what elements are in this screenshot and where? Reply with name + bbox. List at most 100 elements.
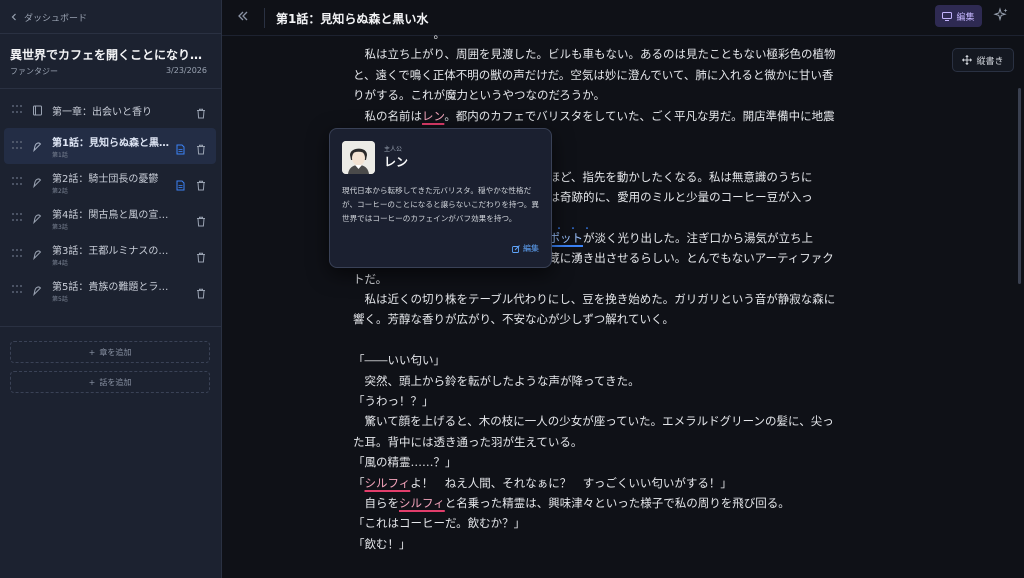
character-description: 現代日本から転移してきた元バリスタ。穏やかな性格だが、コーヒーのことになると譲ら… bbox=[342, 186, 539, 223]
chapter-title: 第2話：騎士団長の憂鬱 bbox=[52, 173, 159, 185]
add-chapter-label: 章を追加 bbox=[99, 347, 132, 357]
character-popover: 主人公 レン 現代日本から転移してきた元バリスタ。穏やかな性格だが、コーヒーのこ… bbox=[329, 128, 552, 268]
trash-icon[interactable] bbox=[196, 104, 206, 119]
chapter-subtitle: 第4話 bbox=[52, 259, 68, 267]
vertical-writing-button[interactable]: 縦書き bbox=[952, 48, 1014, 72]
text-line: 「――いい匂い」 bbox=[353, 353, 445, 368]
text-line: 私の名前はレン。都内のカフェでバリスタをしていた、ごく平凡な男だ。開店準備中に地… bbox=[353, 106, 883, 126]
chapter-item[interactable]: 第一章：出会いと香り bbox=[4, 92, 216, 128]
chevron-left-icon bbox=[11, 13, 16, 21]
chapter-title: 第4話：関古鳥と風の宣伝部長 bbox=[52, 209, 174, 221]
feather-icon bbox=[32, 140, 44, 152]
move-arrows-icon bbox=[962, 55, 973, 65]
back-to-dashboard-link[interactable]: ダッシュボード bbox=[10, 10, 87, 24]
drag-handle-icon[interactable] bbox=[12, 141, 22, 151]
sidebar: ダッシュボード 異世界でカフェを開くことになりま… ファンタジー 3/23/20… bbox=[0, 0, 222, 578]
drag-handle-icon[interactable] bbox=[12, 249, 22, 259]
divider bbox=[0, 33, 221, 34]
chapter-subtitle: 第3話 bbox=[52, 223, 68, 231]
text-line: 響く。芳醇な香りが広がり、不安な心が少しずつ解れていく。 bbox=[353, 312, 674, 327]
feather-icon bbox=[32, 176, 44, 188]
divider bbox=[0, 326, 221, 327]
monitor-icon bbox=[942, 11, 953, 21]
text-line: 私は立ち上がり、周囲を見渡した。ビルも車もない。あるのは見たこともない極彩色の植… bbox=[353, 47, 836, 62]
character-name: レン bbox=[384, 155, 409, 169]
chapter-subtitle: 第1話 bbox=[52, 151, 68, 159]
text-line: 「飲む！」 bbox=[353, 536, 411, 551]
chapter-title: 第1話：見知らぬ森と黒… bbox=[52, 137, 169, 149]
feather-icon bbox=[32, 248, 44, 260]
double-chevron-left-icon bbox=[238, 11, 248, 21]
text-segment: 自らを bbox=[353, 495, 399, 510]
text-line: 突然、頭上から鈴を転がしたような声が降ってきた。 bbox=[353, 373, 640, 388]
chapter-item[interactable]: 第5話：貴族の難題とラテア… 第5話 bbox=[4, 272, 216, 308]
chapter-item[interactable]: 第2話：騎士団長の憂鬱第2話 bbox=[4, 164, 216, 200]
avatar bbox=[342, 141, 375, 174]
text-segment: と名乗った精霊は、興味津々といった様子で私の周りを飛び回る。 bbox=[444, 495, 790, 510]
drag-handle-icon[interactable] bbox=[12, 285, 22, 295]
add-episode-label: 話を追加 bbox=[99, 377, 132, 387]
chapter-list: 第一章：出会いと香り 第1話：見知らぬ森と黒… 第1話 第2話：騎士団長の憂鬱 第2… bbox=[4, 92, 216, 308]
character-mark-sylphy[interactable]: シルフィ bbox=[399, 496, 445, 510]
character-mark-sylphy[interactable]: シルフィ bbox=[365, 476, 411, 490]
plus-icon: + bbox=[88, 377, 96, 387]
edit-mode-button[interactable]: 編集 bbox=[935, 5, 982, 27]
text-line: 驚いて顔を上げると、木の枝に一人の少女が座っていた。エメラルドグリーンの髪に、尖… bbox=[353, 414, 834, 429]
edit-icon bbox=[512, 244, 520, 253]
document-icon[interactable] bbox=[176, 140, 186, 155]
chapter-subtitle: 第5話 bbox=[52, 295, 68, 303]
chapter-subtitle: 第2話 bbox=[52, 187, 68, 195]
drag-handle-icon[interactable] bbox=[12, 105, 22, 115]
trash-icon[interactable] bbox=[196, 140, 206, 155]
trash-icon[interactable] bbox=[196, 284, 206, 299]
novel-title: 異世界でカフェを開くことになりま… bbox=[10, 48, 210, 62]
text-line: 自らをシルフィと名乗った精霊は、興味津々といった様子で私の周りを飛び回る。 bbox=[353, 493, 883, 513]
text-line: と、遠くで鳴く正体不明の獣の声だけだ。空気は妙に澄んでいて、肺に入れると微かに甘… bbox=[353, 67, 834, 82]
text-line: トだ。 bbox=[353, 271, 388, 286]
add-chapter-button[interactable]: + 章を追加 bbox=[10, 341, 210, 363]
text-line: 「うわっ！？」 bbox=[353, 394, 434, 409]
novel-date: 3/23/2026 bbox=[165, 66, 207, 75]
text-segment: 私の名前は bbox=[353, 108, 422, 123]
document-icon[interactable] bbox=[176, 176, 186, 191]
text-line: 私は近くの切り株をテーブル代わりにし、豆を挽き始めた。ガリガリという音が静寂な森… bbox=[353, 292, 836, 307]
text-line: りがする。これが魔力というやつなのだろうか。 bbox=[353, 88, 606, 103]
divider bbox=[264, 8, 265, 28]
character-mark-ren[interactable]: レン bbox=[422, 109, 444, 123]
book-icon bbox=[32, 104, 44, 116]
drag-handle-icon[interactable] bbox=[12, 213, 22, 223]
edit-character-button[interactable]: 編集 bbox=[512, 243, 539, 254]
scrollbar[interactable] bbox=[1018, 88, 1021, 284]
text-segment: 。都内のカフェでバリスタをしていた、ごく平凡な男だ。開店準備中に地震 bbox=[444, 108, 835, 123]
vertical-label: 縦書き bbox=[976, 56, 1004, 67]
text-segment: よ！ ねえ人間、それなぁに？ すっごくいい匂いがする！」 bbox=[410, 475, 732, 490]
divider bbox=[0, 88, 221, 89]
feather-icon bbox=[32, 212, 44, 224]
back-label: ダッシュボード bbox=[24, 13, 88, 24]
sparkle-icon bbox=[993, 7, 1008, 22]
text-line: 「シルフィよ！ ねえ人間、それなぁに？ すっごくいい匂いがする！」 bbox=[353, 473, 883, 493]
trash-icon[interactable] bbox=[196, 248, 206, 263]
character-role: 主人公 bbox=[384, 146, 403, 153]
add-episode-button[interactable]: + 話を追加 bbox=[10, 371, 210, 393]
text-line: 。 bbox=[353, 27, 445, 41]
chapter-title: 第5話：貴族の難題とラテア… bbox=[52, 281, 174, 293]
trash-icon[interactable] bbox=[196, 212, 206, 227]
plus-icon: + bbox=[88, 347, 96, 357]
chapter-item[interactable]: 第4話：関古鳥と風の宣伝部長第3話 bbox=[4, 200, 216, 236]
text-line: 「風の精霊……？」 bbox=[353, 455, 457, 470]
chapter-item-active[interactable]: 第1話：見知らぬ森と黒… 第1話 bbox=[4, 128, 216, 164]
feather-icon bbox=[32, 284, 44, 296]
collapse-sidebar-button[interactable] bbox=[236, 9, 252, 25]
text-segment: 「 bbox=[353, 475, 365, 490]
trash-icon[interactable] bbox=[196, 176, 206, 191]
chapter-item[interactable]: 第3話：王都ルミナスの路地… 第4話 bbox=[4, 236, 216, 272]
editor-text[interactable]: 。 私は立ち上がり、周囲を見渡した。ビルも車もない。あるのは見たこともない極彩色… bbox=[353, 24, 883, 578]
edit-label: 編集 bbox=[956, 12, 975, 23]
chapter-title: 第一章：出会いと香り bbox=[52, 106, 152, 118]
drag-handle-icon[interactable] bbox=[12, 177, 22, 187]
text-line: た耳。背中には透き通った羽が生えている。 bbox=[353, 434, 583, 449]
ai-sparkle-button[interactable] bbox=[993, 7, 1009, 23]
chapter-title: 第3話：王都ルミナスの路地… bbox=[52, 245, 174, 257]
